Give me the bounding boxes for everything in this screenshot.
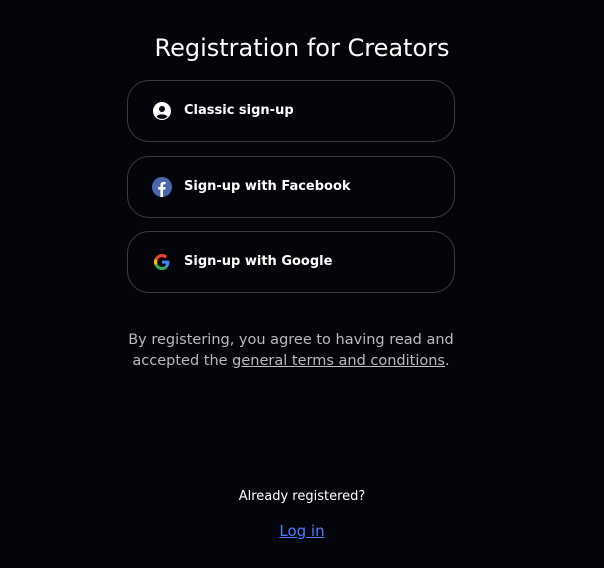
facebook-signup-label: Sign-up with Facebook bbox=[184, 179, 351, 194]
login-row: Log in bbox=[0, 520, 604, 542]
facebook-icon bbox=[152, 177, 172, 197]
user-circle-icon bbox=[152, 101, 172, 121]
page-title: Registration for Creators bbox=[154, 34, 450, 62]
classic-signup-label: Classic sign-up bbox=[184, 103, 294, 118]
google-signup-button[interactable]: Sign-up with Google bbox=[127, 231, 455, 293]
terms-suffix: . bbox=[444, 352, 450, 369]
google-icon bbox=[152, 252, 172, 272]
login-link[interactable]: Log in bbox=[279, 522, 324, 540]
facebook-signup-button[interactable]: Sign-up with Facebook bbox=[127, 156, 455, 218]
classic-signup-button[interactable]: Classic sign-up bbox=[127, 80, 455, 142]
terms-notice: By registering, you agree to having read… bbox=[127, 330, 455, 371]
registration-page: Registration for Creators Classic sign-u… bbox=[0, 0, 604, 568]
terms-link[interactable]: general terms and conditions bbox=[232, 353, 445, 369]
already-registered-text: Already registered? bbox=[238, 489, 366, 504]
google-signup-label: Sign-up with Google bbox=[184, 254, 333, 269]
